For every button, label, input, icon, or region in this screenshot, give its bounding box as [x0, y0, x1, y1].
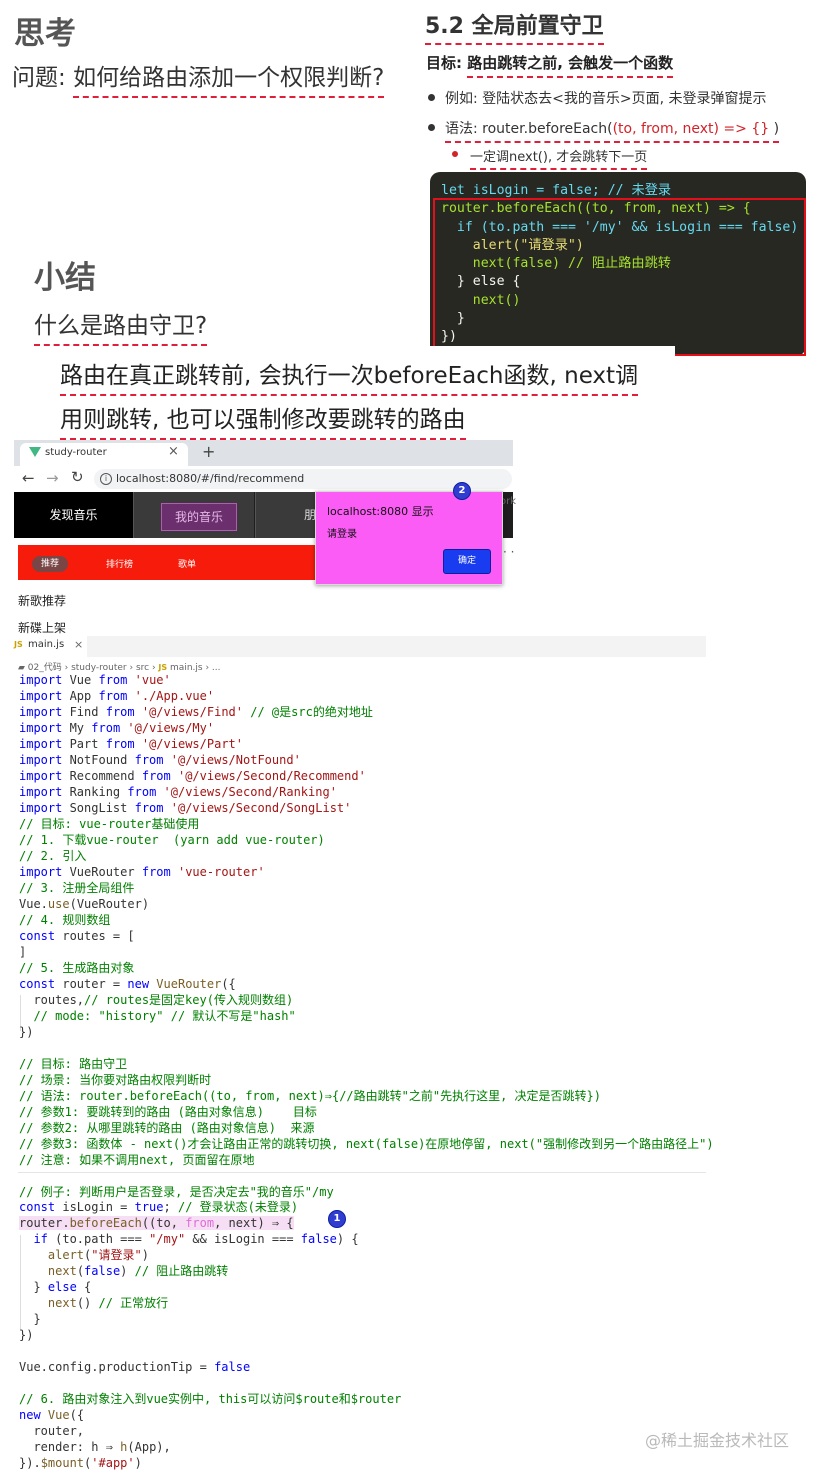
tab-close-icon[interactable]: ×	[168, 444, 179, 459]
breadcrumb-item[interactable]: study-router	[71, 663, 127, 673]
syntax-prefix: 语法: router.beforeEach(	[445, 121, 613, 137]
js-file-icon: JS	[158, 663, 168, 672]
main-js-code[interactable]: import Vue from 'vue' import App from '.…	[19, 673, 714, 1472]
summary-answer-line-1: 路由在真正跳转前, 会执行一次beforeEach函数, next调	[60, 356, 639, 396]
answer-line-1-text: 路由在真正跳转前, 会执行一次beforeEach函数, next调	[60, 363, 639, 396]
url-text[interactable]: localhost:8080/#/find/recommend	[116, 472, 304, 485]
code-highlight-box	[433, 198, 806, 356]
breadcrumb-item[interactable]: main.js	[170, 663, 203, 673]
guard-title-text: 5.2 全局前置守卫	[425, 14, 604, 45]
bullet-next-note-text: 一定调next(), 才会跳转下一页	[470, 150, 648, 170]
editor-tab-close-icon[interactable]: ×	[74, 638, 83, 651]
alert-title: localhost:8080 显示	[327, 505, 434, 518]
breadcrumb-item[interactable]: src	[136, 663, 149, 673]
browser-tab-title: study-router	[45, 447, 107, 458]
nav-item-friends[interactable]: 朋	[255, 492, 316, 538]
bullet-syntax: 语法: router.beforeEach((to, from, next) =…	[428, 118, 780, 143]
back-arrow-icon[interactable]: ←	[22, 469, 35, 487]
more-dots-icon: · ·	[503, 545, 515, 559]
syntax-suffix: )	[769, 121, 780, 137]
reload-icon[interactable]: ↻	[71, 468, 84, 486]
nav-item-my-music[interactable]: 我的音乐	[161, 503, 237, 531]
slide-goal: 目标: 路由跳转之前, 会触发一个函数	[426, 52, 674, 78]
summary-answer-line-2: 用则跳转, 也可以强制修改要跳转的路由	[60, 400, 466, 440]
alert-ok-button[interactable]: 确定	[443, 549, 491, 574]
forward-arrow-icon[interactable]: →	[46, 469, 59, 487]
section-new-albums: 新碟上架	[18, 621, 67, 635]
summary-title: 小结	[34, 260, 96, 296]
bullet-example-text: 例如: 登陆状态去<我的音乐>页面, 未登录弹窗提示	[445, 91, 767, 107]
watermark: @稀土掘金技术社区	[645, 1431, 790, 1450]
sub-nav-ranking[interactable]: 排行榜	[106, 557, 133, 570]
summary-question-text: 什么是路由守卫?	[34, 313, 208, 346]
bullet-syntax-text: 语法: router.beforeEach((to, from, next) =…	[445, 121, 780, 143]
summary-question: 什么是路由守卫?	[34, 306, 208, 346]
goal-highlight: 路由跳转之前, 会触发一个函数	[467, 54, 674, 78]
dark-code-line-1: let isLogin = false; // 未登录	[441, 183, 672, 198]
folder-icon: ▰	[18, 663, 25, 673]
slide-question: 问题: 如何给路由添加一个权限判断?	[12, 58, 385, 98]
alert-message: 请登录	[327, 529, 357, 540]
question-highlight: 如何给路由添加一个权限判断?	[73, 65, 385, 98]
nav-item-find-music[interactable]: 发现音乐	[14, 492, 134, 538]
editor-tab-bar	[12, 636, 706, 657]
answer-line-2-text: 用则跳转, 也可以强制修改要跳转的路由	[60, 407, 466, 440]
section-new-songs: 新歌推荐	[18, 594, 67, 608]
sub-nav-songlist[interactable]: 歌单	[178, 557, 196, 570]
annotation-badge-2: 2	[453, 482, 471, 500]
annotation-badge-1: 1	[328, 1210, 346, 1228]
js-file-icon: JS	[14, 640, 23, 649]
editor-breadcrumb: ▰ 02_代码 › study-router › src › JS main.j…	[18, 663, 221, 673]
bullet-next-note: 一定调next(), 才会跳转下一页	[452, 146, 648, 170]
breadcrumb-item[interactable]: 02_代码	[28, 663, 62, 673]
goal-prefix: 目标:	[426, 54, 468, 72]
syntax-args: (to, from, next) => {}	[612, 121, 770, 137]
slide-title-think: 思考	[14, 16, 76, 52]
info-icon[interactable]: i	[100, 473, 112, 485]
bullet-example: 例如: 登陆状态去<我的音乐>页面, 未登录弹窗提示	[428, 88, 767, 108]
new-tab-icon[interactable]: +	[202, 442, 215, 461]
question-prefix: 问题:	[12, 65, 74, 91]
editor-tab-label[interactable]: main.js	[28, 639, 64, 650]
sub-nav-recommend[interactable]: 推荐	[32, 556, 68, 572]
vue-logo-icon	[29, 447, 41, 457]
breadcrumb-item[interactable]: ...	[212, 663, 221, 673]
slide-title-guard: 5.2 全局前置守卫	[425, 8, 604, 45]
